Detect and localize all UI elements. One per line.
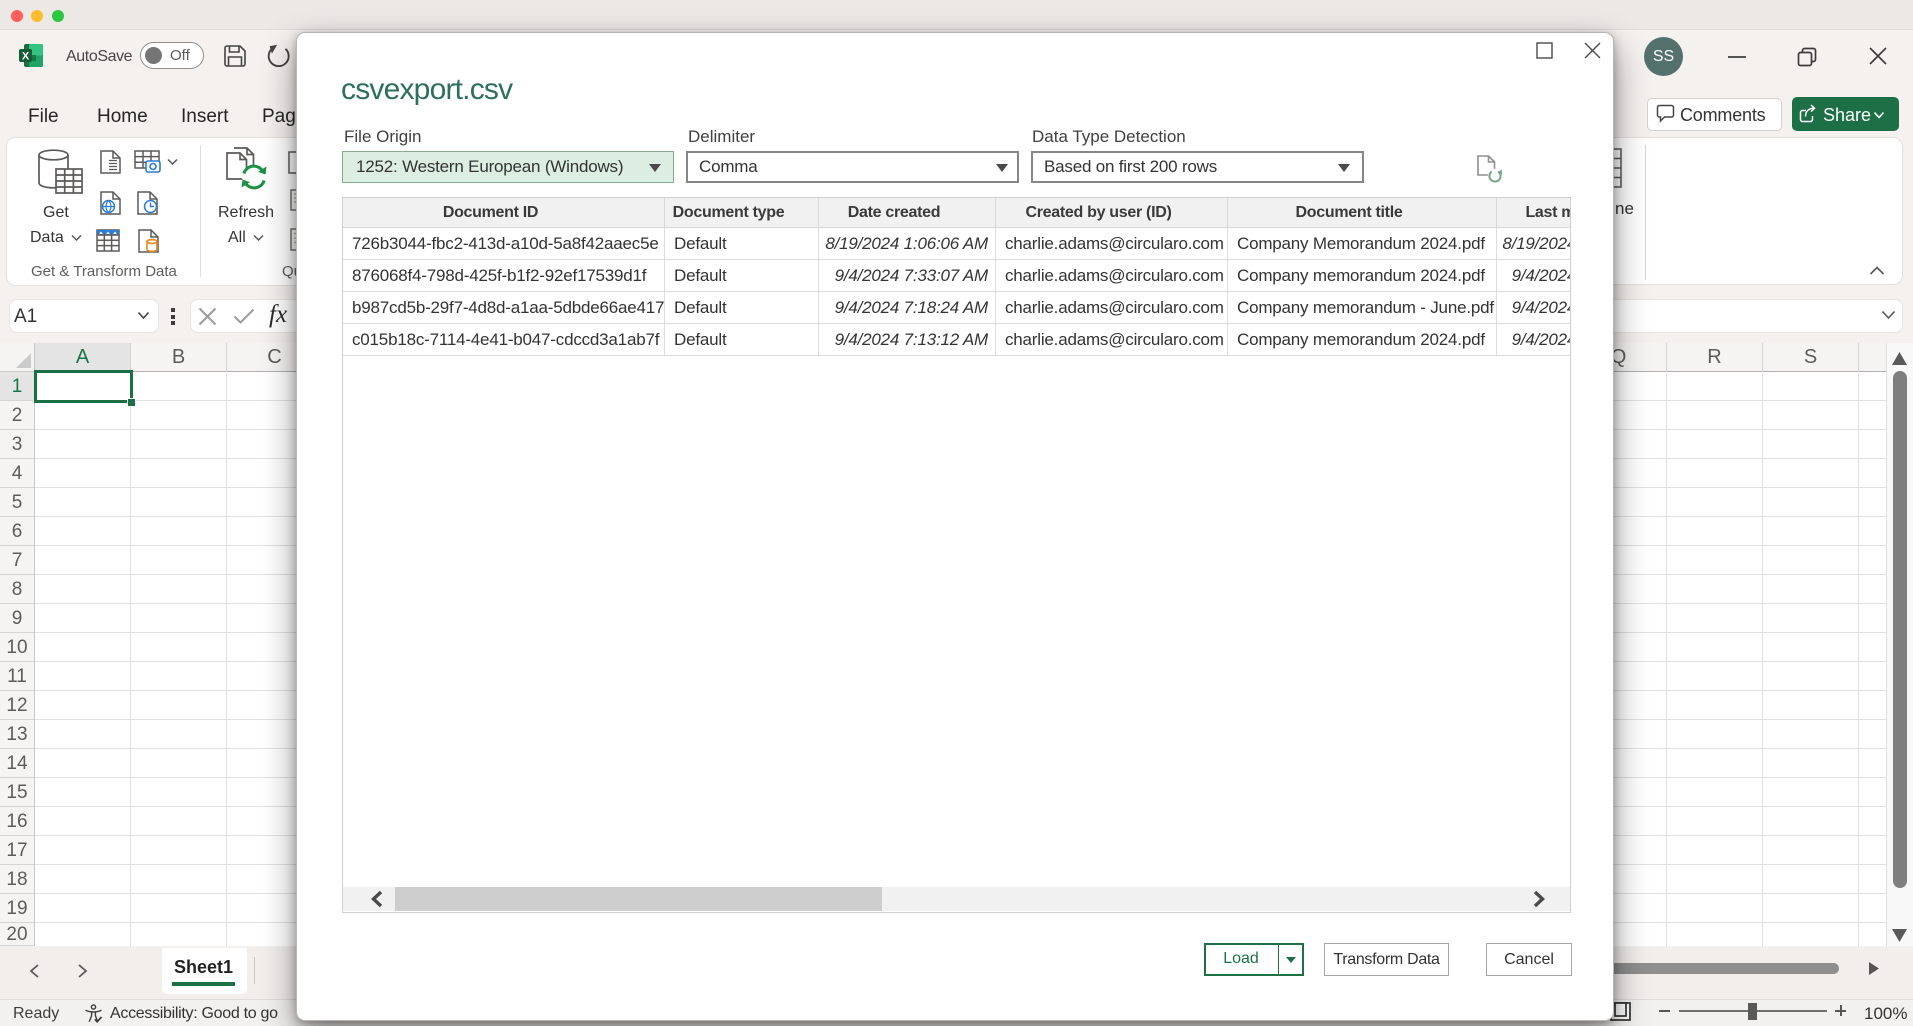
svg-text:X: X	[22, 51, 30, 63]
